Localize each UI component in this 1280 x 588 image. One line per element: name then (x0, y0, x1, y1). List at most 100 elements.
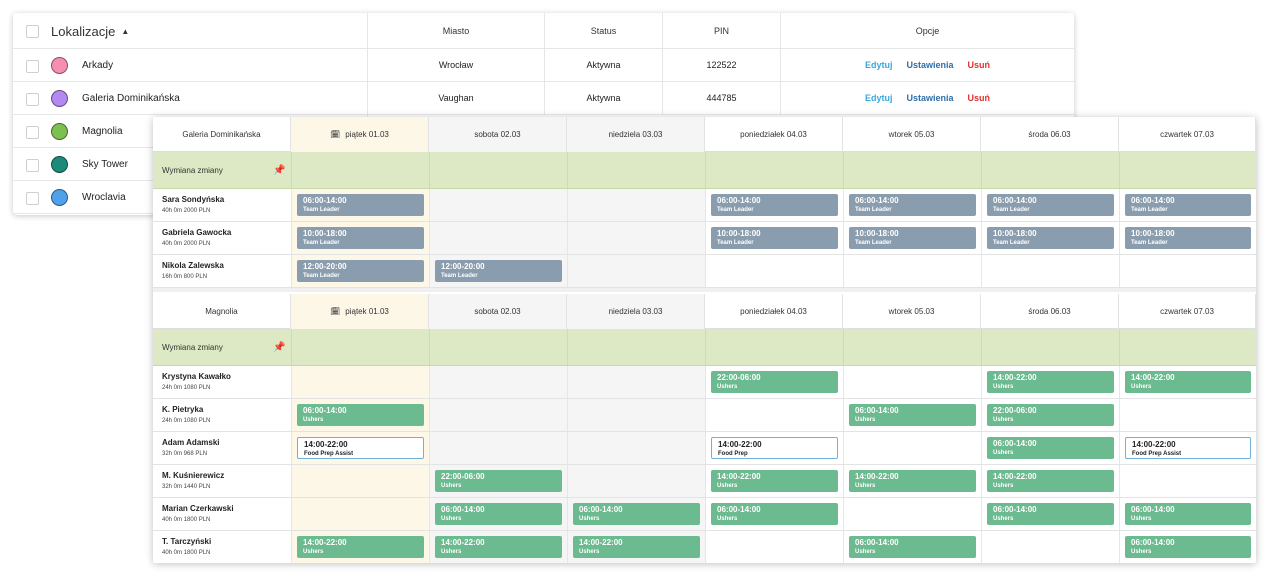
day-cell[interactable]: 06:00-14:00 Team Leader (291, 189, 429, 221)
location-name[interactable]: Wroclavia (82, 192, 126, 203)
shift-block[interactable]: 14:00-22:00 Ushers (849, 470, 976, 492)
shift-block[interactable]: 06:00-14:00 Ushers (849, 536, 976, 558)
day-cell[interactable]: 14:00-22:00 Ushers (981, 366, 1119, 398)
shift-block[interactable]: 12:00-20:00 Team Leader (297, 260, 424, 282)
shift-block[interactable]: 14:00-22:00 Food Prep (711, 437, 838, 459)
shift-block[interactable]: 14:00-22:00 Ushers (711, 470, 838, 492)
day-header[interactable]: 🗓 piątek 01.03 (291, 294, 429, 329)
day-header[interactable]: czwartek 07.03 (1119, 117, 1256, 152)
shift-block[interactable]: 06:00-14:00 Ushers (987, 437, 1114, 459)
day-cell[interactable]: 06:00-14:00 Ushers (705, 498, 843, 530)
day-cell[interactable]: 06:00-14:00 Ushers (843, 399, 981, 431)
shift-block[interactable]: 06:00-14:00 Ushers (435, 503, 562, 525)
day-header[interactable]: poniedziałek 04.03 (705, 117, 843, 152)
day-header[interactable]: sobota 02.03 (429, 294, 567, 329)
day-cell[interactable] (1119, 465, 1256, 497)
row-checkbox[interactable] (26, 93, 39, 106)
shift-block[interactable]: 14:00-22:00 Ushers (987, 371, 1114, 393)
shift-swap-row[interactable]: Wymiana zmiany 📌 (153, 329, 1256, 366)
day-cell[interactable]: 14:00-22:00 Ushers (291, 531, 429, 563)
shift-block[interactable]: 10:00-18:00 Team Leader (1125, 227, 1251, 249)
day-cell[interactable] (705, 399, 843, 431)
day-cell[interactable] (567, 399, 705, 431)
pin-icon[interactable]: 📌 (273, 152, 285, 189)
shift-block[interactable]: 14:00-22:00 Ushers (297, 536, 424, 558)
day-cell[interactable]: 10:00-18:00 Team Leader (981, 222, 1119, 254)
day-cell[interactable]: 22:00-06:00 Ushers (705, 366, 843, 398)
day-cell[interactable]: 14:00-22:00 Ushers (981, 465, 1119, 497)
day-cell[interactable] (567, 222, 705, 254)
day-header[interactable]: niedziela 03.03 (567, 294, 705, 329)
shift-block[interactable]: 06:00-14:00 Team Leader (711, 194, 838, 216)
day-cell[interactable] (429, 189, 567, 221)
day-header[interactable]: sobota 02.03 (429, 117, 567, 152)
day-cell[interactable] (981, 531, 1119, 563)
day-cell[interactable]: 06:00-14:00 Ushers (981, 432, 1119, 464)
day-cell[interactable]: 06:00-14:00 Team Leader (843, 189, 981, 221)
column-header-miasto[interactable]: Miasto (367, 13, 544, 48)
shift-block[interactable]: 10:00-18:00 Team Leader (297, 227, 424, 249)
day-cell[interactable]: 10:00-18:00 Team Leader (291, 222, 429, 254)
day-cell[interactable]: 14:00-22:00 Food Prep (705, 432, 843, 464)
day-header[interactable]: środa 06.03 (981, 294, 1119, 329)
shift-block[interactable]: 10:00-18:00 Team Leader (849, 227, 976, 249)
day-header[interactable]: wtorek 05.03 (843, 117, 981, 152)
day-cell[interactable]: 10:00-18:00 Team Leader (705, 222, 843, 254)
employee-name[interactable]: Krystyna Kawałko (162, 372, 231, 381)
employee-name[interactable]: M. Kuśnierewicz (162, 471, 224, 480)
day-cell[interactable] (567, 366, 705, 398)
day-header[interactable]: wtorek 05.03 (843, 294, 981, 329)
day-cell[interactable]: 14:00-22:00 Ushers (843, 465, 981, 497)
shift-block[interactable]: 06:00-14:00 Team Leader (297, 194, 424, 216)
location-name[interactable]: Galeria Dominikańska (82, 93, 180, 104)
shift-block[interactable]: 06:00-14:00 Ushers (1125, 536, 1251, 558)
settings-link[interactable]: Ustawienia (906, 60, 953, 70)
day-cell[interactable] (705, 255, 843, 287)
day-header[interactable]: środa 06.03 (981, 117, 1119, 152)
day-cell[interactable] (567, 465, 705, 497)
day-cell[interactable] (843, 498, 981, 530)
day-cell[interactable]: 14:00-22:00 Food Prep Assist (1119, 432, 1256, 464)
shift-block[interactable]: 10:00-18:00 Team Leader (987, 227, 1114, 249)
employee-name[interactable]: K. Pietryka (162, 405, 203, 414)
shift-block[interactable]: 06:00-14:00 Ushers (573, 503, 700, 525)
shift-block[interactable]: 14:00-22:00 Ushers (573, 536, 700, 558)
day-cell[interactable]: 14:00-22:00 Ushers (429, 531, 567, 563)
edit-link[interactable]: Edytuj (865, 60, 893, 70)
employee-name[interactable]: Gabriela Gawocka (162, 228, 231, 237)
location-row[interactable]: Arkady Wrocław Aktywna 122522 Edytuj Ustawien… (13, 49, 1074, 82)
day-cell[interactable]: 10:00-18:00 Team Leader (1119, 222, 1256, 254)
day-cell[interactable]: 14:00-22:00 Ushers (1119, 366, 1256, 398)
shift-block[interactable]: 06:00-14:00 Ushers (849, 404, 976, 426)
column-header-status[interactable]: Status (544, 13, 662, 48)
edit-link[interactable]: Edytuj (865, 93, 893, 103)
shift-block[interactable]: 06:00-14:00 Ushers (1125, 503, 1251, 525)
day-header[interactable]: czwartek 07.03 (1119, 294, 1256, 329)
day-cell[interactable] (291, 465, 429, 497)
day-cell[interactable] (429, 222, 567, 254)
shift-swap-row[interactable]: Wymiana zmiany 📌 (153, 152, 1256, 189)
locations-title[interactable]: Lokalizacje ▲ (51, 13, 129, 49)
shift-block[interactable]: 22:00-06:00 Ushers (711, 371, 838, 393)
location-name[interactable]: Arkady (82, 60, 113, 71)
location-name[interactable]: Magnolia (82, 126, 123, 137)
shift-block[interactable]: 06:00-14:00 Team Leader (987, 194, 1114, 216)
day-cell[interactable] (567, 432, 705, 464)
employee-name[interactable]: Adam Adamski (162, 438, 220, 447)
column-header-pin[interactable]: PIN (662, 13, 780, 48)
day-cell[interactable] (843, 255, 981, 287)
day-cell[interactable] (1119, 255, 1256, 287)
shift-block[interactable]: 06:00-14:00 Team Leader (849, 194, 976, 216)
shift-block[interactable]: 06:00-14:00 Team Leader (1125, 194, 1251, 216)
day-cell[interactable]: 06:00-14:00 Ushers (843, 531, 981, 563)
day-cell[interactable] (429, 399, 567, 431)
pin-icon[interactable]: 📌 (273, 329, 285, 366)
day-cell[interactable] (981, 255, 1119, 287)
day-cell[interactable]: 12:00-20:00 Team Leader (291, 255, 429, 287)
shift-block[interactable]: 14:00-22:00 Food Prep Assist (297, 437, 424, 459)
shift-block[interactable]: 22:00-06:00 Ushers (435, 470, 562, 492)
day-header[interactable]: poniedziałek 04.03 (705, 294, 843, 329)
day-cell[interactable] (567, 189, 705, 221)
day-cell[interactable] (1119, 399, 1256, 431)
shift-block[interactable]: 22:00-06:00 Ushers (987, 404, 1114, 426)
